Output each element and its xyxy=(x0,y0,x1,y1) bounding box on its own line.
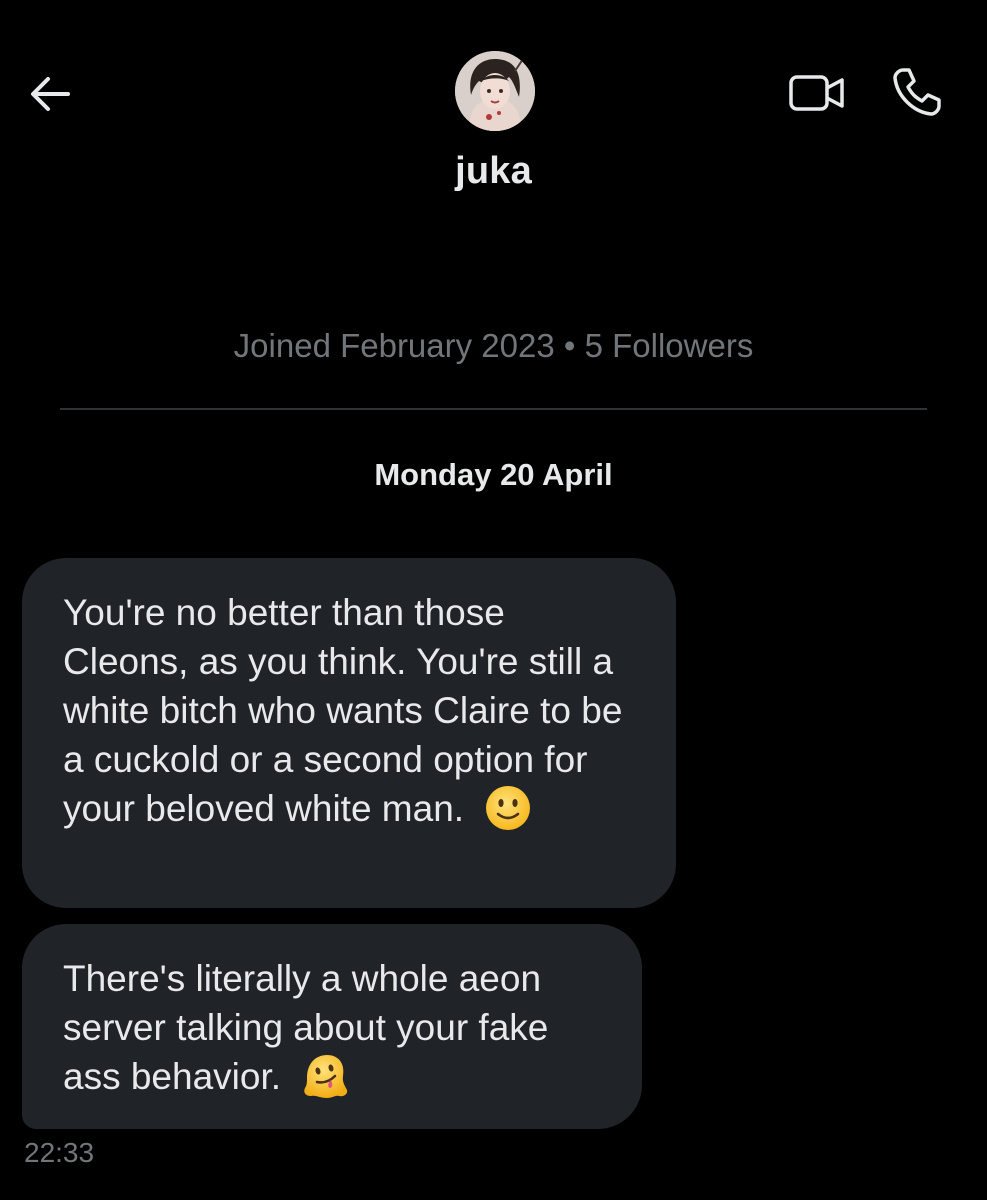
back-button[interactable] xyxy=(22,66,78,122)
message-timestamp: 22:33 xyxy=(24,1137,95,1168)
melting-face-emoji xyxy=(304,1055,348,1099)
avatar-image xyxy=(455,51,535,131)
avatar[interactable] xyxy=(455,51,535,131)
contact-name: juka xyxy=(455,150,532,192)
phone-icon xyxy=(893,68,941,116)
voice-call-button[interactable] xyxy=(884,62,950,122)
video-call-button[interactable] xyxy=(784,64,850,122)
date-header: Monday 20 April xyxy=(374,457,613,492)
video-camera-icon xyxy=(789,75,844,111)
message-text: You're no better than those Cleons, as y… xyxy=(63,592,623,829)
message-bubble[interactable]: There's literally a whole aeon server ta… xyxy=(22,924,642,1129)
divider xyxy=(60,408,927,410)
profile-join-info: Joined February 2023 • 5 Followers xyxy=(233,327,754,364)
arrow-left-icon xyxy=(31,77,70,111)
message-bubble[interactable]: You're no better than those Cleons, as y… xyxy=(22,558,676,908)
slightly-smiling-face-emoji xyxy=(486,786,531,831)
